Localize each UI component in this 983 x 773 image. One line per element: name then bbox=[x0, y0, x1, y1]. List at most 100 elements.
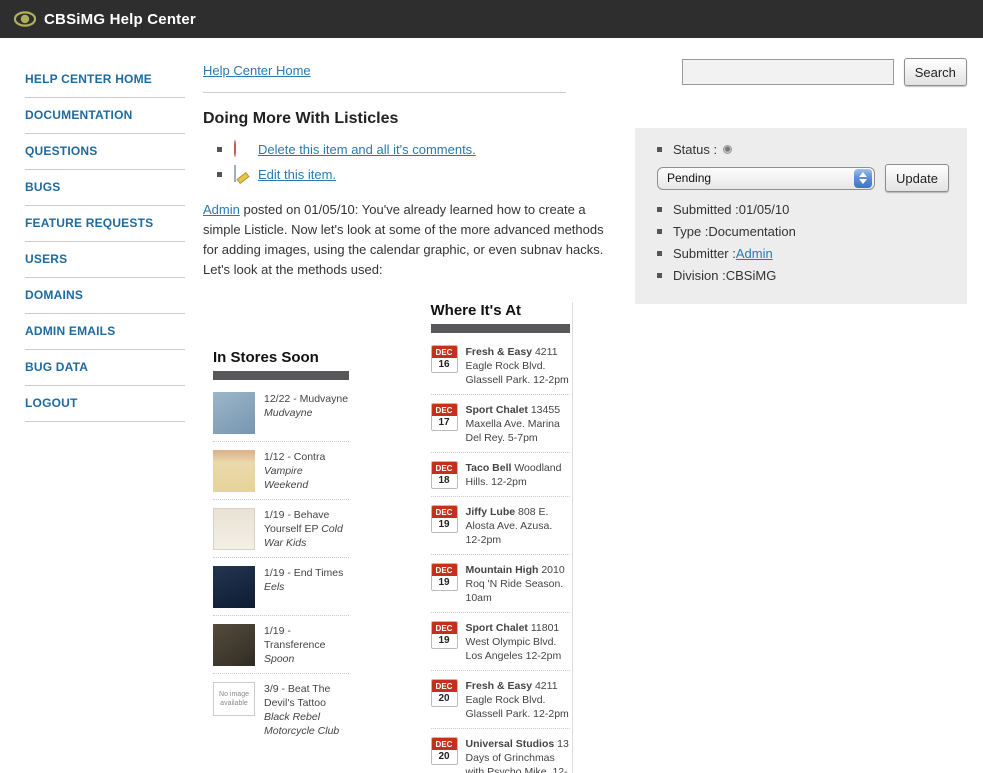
bullet bbox=[657, 229, 662, 234]
album-thumb bbox=[213, 508, 255, 550]
heading-bar bbox=[431, 324, 571, 333]
sidebar-item-documentation[interactable]: DOCUMENTATION bbox=[25, 98, 185, 134]
sidebar-nav: HELP CENTER HOME DOCUMENTATION QUESTIONS… bbox=[25, 62, 185, 422]
bullet bbox=[657, 273, 662, 278]
where-its-at-list: Where It's At DEC16 Fresh & Easy 4211 Ea… bbox=[431, 302, 571, 773]
store-item: 12/22 - Mudvayne Mudvayne bbox=[213, 384, 349, 442]
action-edit: Edit this item. bbox=[217, 166, 635, 183]
submitted-label: Submitted : bbox=[673, 202, 739, 217]
bullet bbox=[657, 251, 662, 256]
calendar-icon: DEC20 bbox=[431, 679, 458, 707]
status-selected-value: Pending bbox=[667, 171, 711, 185]
store-item: 1/19 - Behave Yourself EP Cold War Kids bbox=[213, 500, 349, 558]
sidebar-link[interactable]: BUG DATA bbox=[25, 360, 88, 374]
search-button[interactable]: Search bbox=[904, 58, 967, 86]
sidebar-item-feature-requests[interactable]: FEATURE REQUESTS bbox=[25, 206, 185, 242]
submitter-row: Submitter : Admin bbox=[657, 246, 949, 261]
sidebar-link[interactable]: BUGS bbox=[25, 180, 60, 194]
album-thumb bbox=[213, 450, 255, 492]
division-value: CBSiMG bbox=[726, 268, 777, 283]
event-text: Jiffy Lube 808 E. Alosta Ave. Azusa. 12-… bbox=[466, 505, 571, 547]
sidebar-item-bugs[interactable]: BUGS bbox=[25, 170, 185, 206]
store-item: 1/12 - Contra Vampire Weekend bbox=[213, 442, 349, 500]
edit-icon bbox=[234, 166, 251, 183]
sidebar-link[interactable]: DOCUMENTATION bbox=[25, 108, 132, 122]
submitted-row: Submitted : 01/05/10 bbox=[657, 202, 949, 217]
type-value: Documentation bbox=[708, 224, 795, 239]
event-text: Universal Studios 13 Days of Grinchmas w… bbox=[466, 737, 571, 773]
bullet bbox=[657, 207, 662, 212]
sidebar-item-domains[interactable]: DOMAINS bbox=[25, 278, 185, 314]
sidebar-item-bug-data[interactable]: BUG DATA bbox=[25, 350, 185, 386]
breadcrumb-help-center-home[interactable]: Help Center Home bbox=[203, 63, 311, 78]
sidebar-link[interactable]: LOGOUT bbox=[25, 396, 78, 410]
event-item: DEC20 Fresh & Easy 4211 Eagle Rock Blvd.… bbox=[431, 671, 571, 729]
event-text: Fresh & Easy 4211 Eagle Rock Blvd. Glass… bbox=[466, 345, 571, 387]
page-layout: HELP CENTER HOME DOCUMENTATION QUESTIONS… bbox=[0, 38, 983, 773]
main-content: Help Center Home Doing More With Listicl… bbox=[203, 62, 635, 773]
in-stores-soon-list: In Stores Soon 12/22 - Mudvayne Mudvayne… bbox=[213, 349, 349, 773]
delete-item-link[interactable]: Delete this item and all it's comments. bbox=[258, 142, 476, 157]
calendar-icon: DEC19 bbox=[431, 505, 458, 533]
events-heading: Where It's At bbox=[431, 302, 571, 319]
event-item: DEC19 Mountain High 2010 Roq 'N Ride Sea… bbox=[431, 555, 571, 613]
page-title: Doing More With Listicles bbox=[203, 110, 635, 128]
delete-icon bbox=[234, 141, 251, 158]
submitter-label: Submitter : bbox=[673, 246, 736, 261]
divider bbox=[203, 92, 566, 93]
sidebar-link[interactable]: FEATURE REQUESTS bbox=[25, 216, 153, 230]
event-text: Mountain High 2010 Roq 'N Ride Season. 1… bbox=[466, 563, 571, 605]
event-text: Taco Bell Woodland Hills. 12-2pm bbox=[466, 461, 571, 489]
sidebar-link[interactable]: HELP CENTER HOME bbox=[25, 72, 152, 86]
sidebar-link[interactable]: USERS bbox=[25, 252, 67, 266]
post-text: posted on 01/05/10: You've already learn… bbox=[203, 202, 604, 277]
event-item: DEC20 Universal Studios 13 Days of Grinc… bbox=[431, 729, 571, 773]
bullet bbox=[217, 172, 222, 177]
update-button[interactable]: Update bbox=[885, 164, 949, 192]
sidebar-item-users[interactable]: USERS bbox=[25, 242, 185, 278]
store-item-text: 1/19 - Transference Spoon bbox=[264, 624, 349, 666]
sidebar-link[interactable]: QUESTIONS bbox=[25, 144, 97, 158]
sidebar-item-questions[interactable]: QUESTIONS bbox=[25, 134, 185, 170]
status-indicator-icon bbox=[723, 145, 732, 154]
event-item: DEC18 Taco Bell Woodland Hills. 12-2pm bbox=[431, 453, 571, 497]
status-select-row: Pending Update bbox=[657, 164, 949, 192]
sidebar-item-logout[interactable]: LOGOUT bbox=[25, 386, 185, 422]
search-input[interactable] bbox=[682, 59, 894, 85]
album-thumb bbox=[213, 566, 255, 608]
album-thumb bbox=[213, 624, 255, 666]
event-item: DEC17 Sport Chalet 13455 Maxella Ave. Ma… bbox=[431, 395, 571, 453]
select-stepper-icon bbox=[854, 169, 872, 188]
submitted-value: 01/05/10 bbox=[739, 202, 790, 217]
top-bar: CBSiMG Help Center bbox=[0, 0, 983, 38]
submitter-link[interactable]: Admin bbox=[736, 246, 773, 261]
cbs-eye-logo bbox=[14, 8, 36, 30]
edit-item-link[interactable]: Edit this item. bbox=[258, 167, 336, 182]
status-label: Status : bbox=[673, 142, 717, 157]
sidebar-item-help-center-home[interactable]: HELP CENTER HOME bbox=[25, 62, 185, 98]
sidebar-link[interactable]: DOMAINS bbox=[25, 288, 83, 302]
item-detail-panel: Status : Pending Update Submitted : 01/0… bbox=[635, 128, 967, 304]
right-column: Search Status : Pending Update Submitted… bbox=[635, 58, 967, 304]
status-select[interactable]: Pending bbox=[657, 167, 875, 190]
album-thumb bbox=[213, 392, 255, 434]
calendar-icon: DEC18 bbox=[431, 461, 458, 489]
post-body: Admin posted on 01/05/10: You've already… bbox=[203, 200, 613, 280]
heading-bar bbox=[213, 371, 349, 380]
sidebar-link[interactable]: ADMIN EMAILS bbox=[25, 324, 115, 338]
division-row: Division : CBSiMG bbox=[657, 268, 949, 283]
store-item-text: 3/9 - Beat The Devil's Tattoo Black Rebe… bbox=[264, 682, 349, 738]
event-text: Sport Chalet 11801 West Olympic Blvd. Lo… bbox=[466, 621, 571, 663]
listicle-example-image: In Stores Soon 12/22 - Mudvayne Mudvayne… bbox=[213, 302, 573, 773]
author-link[interactable]: Admin bbox=[203, 202, 240, 217]
bullet bbox=[657, 147, 662, 152]
sidebar-item-admin-emails[interactable]: ADMIN EMAILS bbox=[25, 314, 185, 350]
stores-heading: In Stores Soon bbox=[213, 349, 349, 366]
calendar-icon: DEC19 bbox=[431, 621, 458, 649]
event-item: DEC16 Fresh & Easy 4211 Eagle Rock Blvd.… bbox=[431, 337, 571, 395]
calendar-icon: DEC16 bbox=[431, 345, 458, 373]
item-actions: Delete this item and all it's comments. … bbox=[217, 141, 635, 183]
type-label: Type : bbox=[673, 224, 708, 239]
event-text: Sport Chalet 13455 Maxella Ave. Marina D… bbox=[466, 403, 571, 445]
app-title: CBSiMG Help Center bbox=[44, 11, 196, 28]
